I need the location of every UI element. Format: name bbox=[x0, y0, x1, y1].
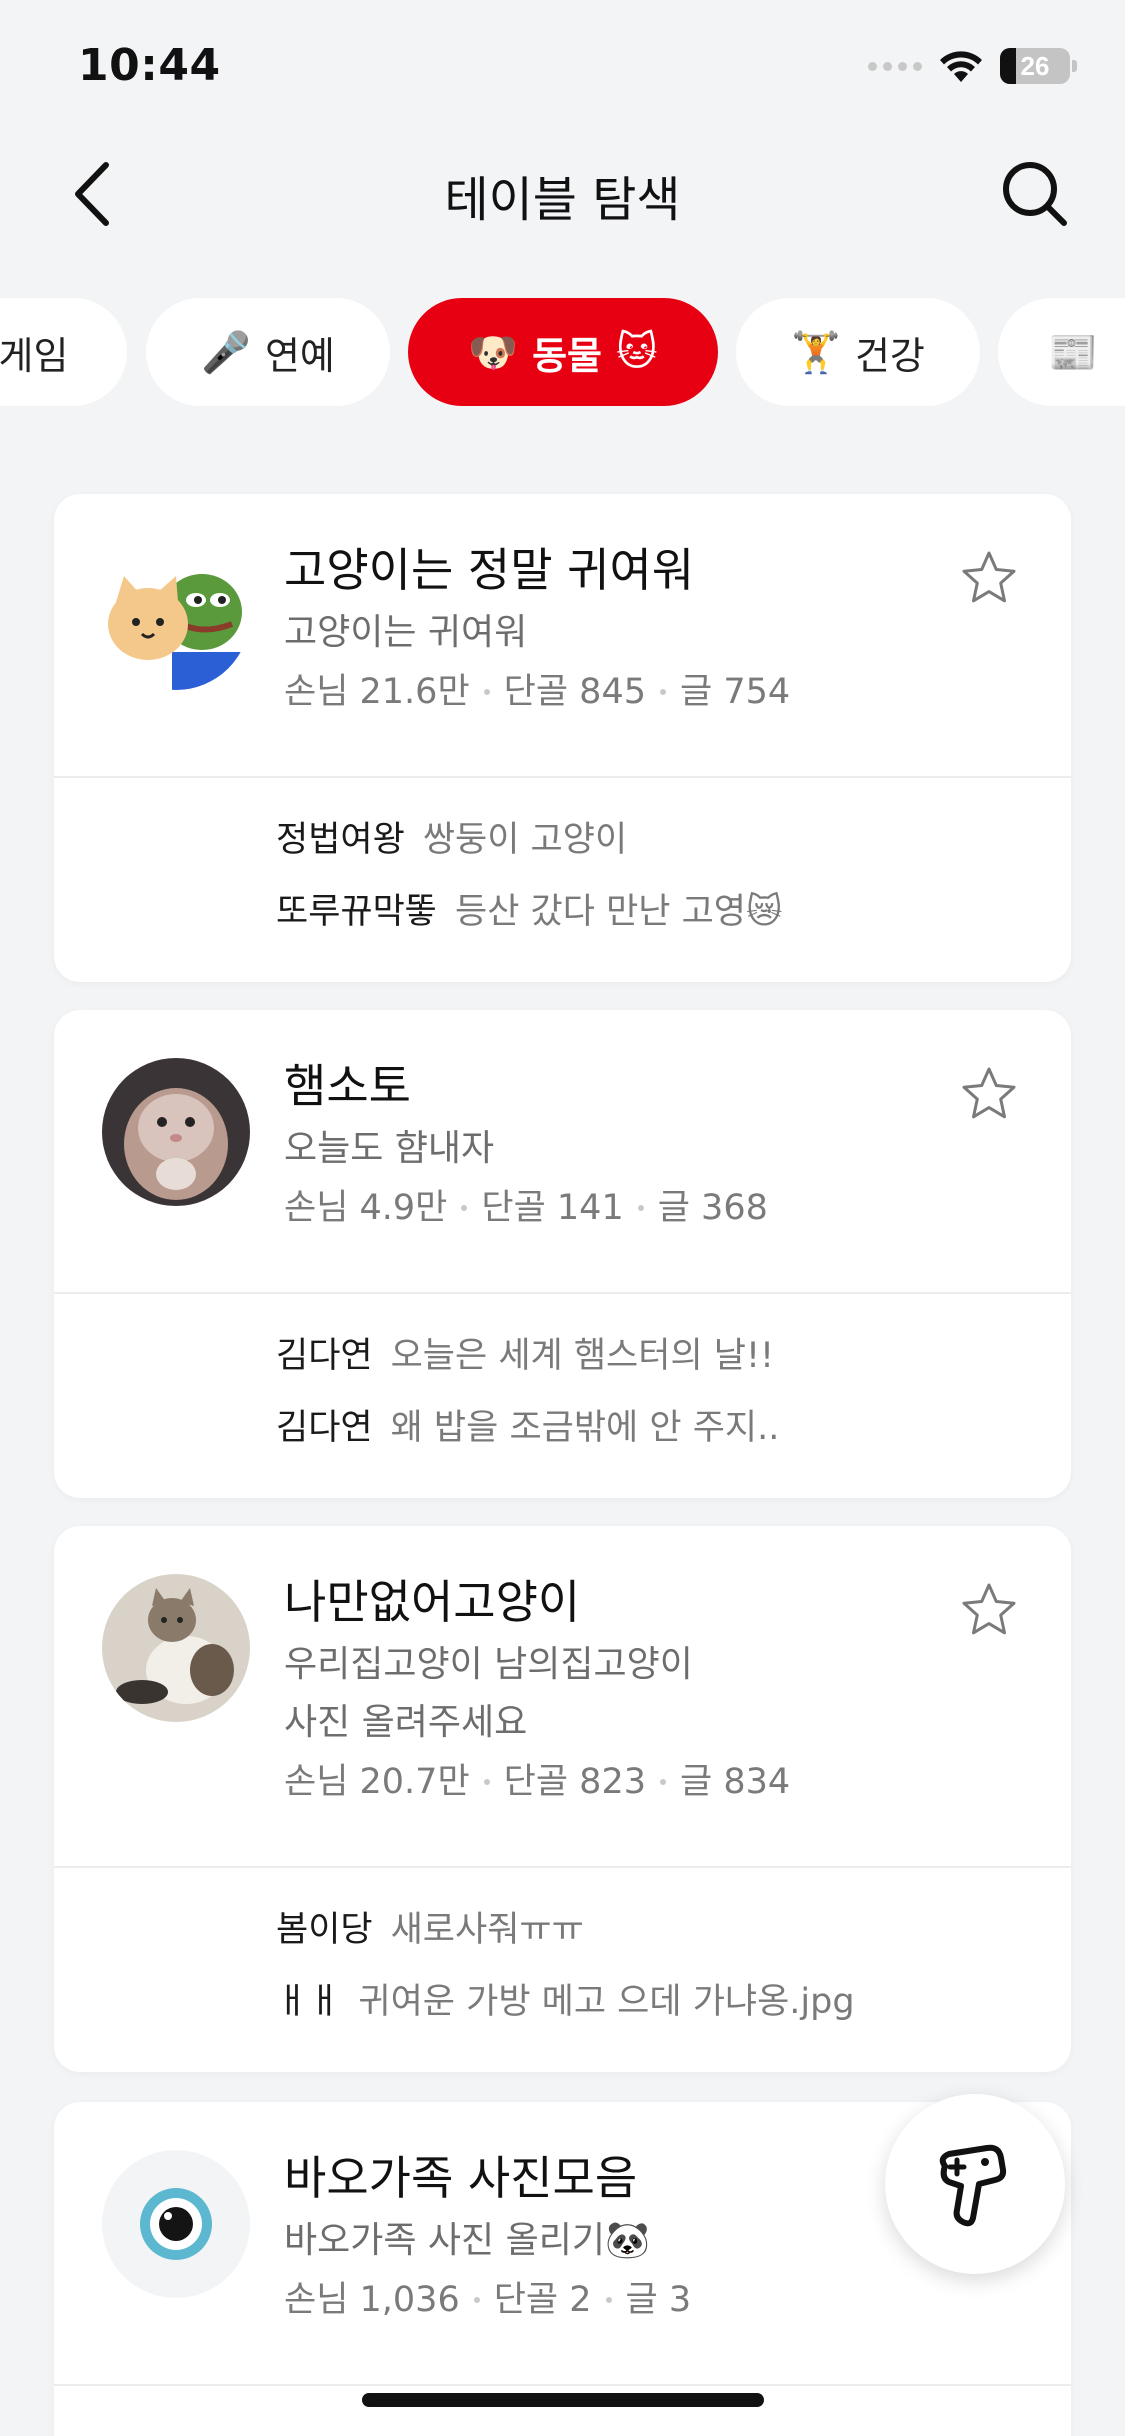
post-author: 김다연 bbox=[276, 1336, 373, 1376]
battery-level: 26 bbox=[1020, 50, 1050, 81]
regular-count: 단골 2 bbox=[493, 2280, 592, 2320]
status-time: 10:44 bbox=[78, 40, 221, 91]
post-item[interactable]: 또루뀨막똫 등산 갔다 만난 고영😿 bbox=[276, 876, 1071, 948]
guest-count: 손님 20.7만 bbox=[284, 1762, 470, 1802]
post-author: 김다연 bbox=[276, 1408, 373, 1448]
status-icons: 26 bbox=[868, 48, 1077, 84]
post-text: 귀여운 가방 메고 으데 가냐옹.jpg bbox=[358, 1982, 855, 2022]
post-author: 또루뀨막똫 bbox=[276, 892, 438, 932]
post-author: ㅐㅐ bbox=[276, 1982, 341, 2022]
chip-health[interactable]: 🏋️ 건강 bbox=[736, 298, 980, 406]
table-card[interactable]: 고양이는 정말 귀여워 고양이는 귀여워 손님 21.6만 단골 845 글 7… bbox=[54, 494, 1071, 982]
star-outline-icon[interactable] bbox=[959, 1064, 1019, 1124]
chevron-left-icon bbox=[75, 162, 109, 226]
page-title: 테이블 탐색 bbox=[444, 172, 681, 228]
star-outline-icon[interactable] bbox=[959, 1580, 1019, 1640]
battery-icon: 26 bbox=[1000, 48, 1077, 84]
category-chips: 게임 🎤 연예 🐶 동물 🐱 🏋️ 건강 📰 bbox=[0, 298, 1125, 408]
guest-count: 손님 1,036 bbox=[284, 2280, 460, 2320]
post-text: 왜 밥을 조금밖에 안 주지.. bbox=[390, 1408, 780, 1448]
weightlifter-icon: 🏋️ bbox=[791, 329, 841, 376]
recent-posts: 김다연 오늘은 세계 햄스터의 날!! 김다연 왜 밥을 조금밖에 안 주지.. bbox=[54, 1294, 1071, 1486]
nav-bar: 테이블 탐색 bbox=[0, 130, 1125, 260]
guest-count: 손님 4.9만 bbox=[284, 1188, 448, 1228]
table-info: 나만없어고양이 우리집고양이 남의집고양이 사진 올려주세요 손님 20.7만 … bbox=[284, 1572, 1071, 1810]
screen: 10:44 26 테이블 탐색 게임 🎤 연예 🐶 동물 🐱 🏋️ 건강 📰 고… bbox=[0, 0, 1125, 2436]
post-author: 정법여왕 bbox=[276, 820, 405, 860]
avatar bbox=[102, 1058, 250, 1206]
table-title: 햄소토 bbox=[284, 1059, 411, 1113]
avatar bbox=[102, 2150, 250, 2298]
home-indicator bbox=[362, 2393, 764, 2407]
post-count: 글 3 bbox=[625, 2280, 692, 2320]
table-stats: 손님 20.7만 단골 823 글 834 bbox=[284, 1754, 931, 1810]
avatar bbox=[102, 1574, 250, 1722]
recent-posts: 봄이당 새로사줘ㅠㅠ ㅐㅐ 귀여운 가방 메고 으데 가냐옹.jpg bbox=[54, 1868, 1071, 2060]
table-card[interactable]: 햄소토 오늘도 햠내자 손님 4.9만 단골 141 글 368 김다연 오늘은 … bbox=[54, 1010, 1071, 1498]
post-author: 봄이당 bbox=[276, 1910, 373, 1950]
post-item[interactable]: 김다연 오늘은 세계 햄스터의 날!! bbox=[276, 1320, 1071, 1392]
status-bar: 10:44 26 bbox=[0, 0, 1125, 130]
post-text: 오늘은 세계 햄스터의 날!! bbox=[390, 1336, 775, 1376]
avatar bbox=[102, 542, 250, 690]
table-title: 나만없어고양이 bbox=[284, 1575, 581, 1629]
guest-count: 손님 21.6만 bbox=[284, 672, 470, 712]
chip-entertainment[interactable]: 🎤 연예 bbox=[146, 298, 390, 406]
chip-label: 동물 bbox=[532, 333, 603, 378]
post-count: 글 368 bbox=[657, 1188, 768, 1228]
table-description: 우리집고양이 남의집고양이 사진 올려주세요 bbox=[284, 1636, 931, 1752]
table-stats: 손님 1,036 단골 2 글 3 bbox=[284, 2272, 931, 2328]
table-stats: 손님 21.6만 단골 845 글 754 bbox=[284, 664, 931, 720]
cellular-signal-icon bbox=[868, 61, 922, 71]
chip-label: 게임 bbox=[0, 333, 69, 378]
search-button[interactable] bbox=[997, 156, 1073, 232]
post-count: 글 834 bbox=[680, 1762, 791, 1802]
chip-label: 연예 bbox=[264, 333, 335, 378]
table-description: 오늘도 햠내자 bbox=[284, 1128, 495, 1169]
chip-news[interactable]: 📰 bbox=[998, 298, 1125, 406]
divider bbox=[54, 2384, 1071, 2386]
table-description-line: 우리집고양이 남의집고양이 bbox=[284, 1644, 693, 1685]
newspaper-icon: 📰 bbox=[1048, 329, 1098, 376]
post-item[interactable]: 정법여왕 쌍둥이 고양이 bbox=[276, 804, 1071, 876]
post-item[interactable]: 봄이당 새로사줘ㅠㅠ bbox=[276, 1894, 1071, 1966]
table-title: 바오가족 사진모음 bbox=[284, 2151, 638, 2205]
chip-label: 건강 bbox=[854, 333, 925, 378]
chip-game[interactable]: 게임 bbox=[0, 298, 127, 406]
table-card[interactable]: 나만없어고양이 우리집고양이 남의집고양이 사진 올려주세요 손님 20.7만 … bbox=[54, 1526, 1071, 2072]
table-description: 고양이는 귀여워 bbox=[284, 612, 528, 653]
chip-animal[interactable]: 🐶 동물 🐱 bbox=[408, 298, 718, 406]
search-icon bbox=[1003, 162, 1067, 226]
post-text: 쌍둥이 고양이 bbox=[422, 820, 628, 860]
regular-count: 단골 141 bbox=[481, 1188, 624, 1228]
table-stats: 손님 4.9만 단골 141 글 368 bbox=[284, 1180, 931, 1236]
cat-icon: 🐱 bbox=[616, 329, 658, 375]
table-info: 햄소토 오늘도 햠내자 손님 4.9만 단골 141 글 368 bbox=[284, 1056, 1071, 1236]
post-item[interactable]: 김다연 왜 밥을 조금밖에 안 주지.. bbox=[276, 1392, 1071, 1464]
regular-count: 단골 823 bbox=[503, 1762, 646, 1802]
post-count: 글 754 bbox=[680, 672, 791, 712]
wifi-icon bbox=[940, 51, 982, 82]
dog-icon: 🐶 bbox=[468, 329, 519, 376]
gamepad-plus-icon bbox=[939, 2144, 1007, 2227]
post-text: 등산 갔다 만난 고영😿 bbox=[455, 892, 783, 932]
table-title: 고양이는 정말 귀여워 bbox=[284, 543, 695, 597]
table-description-line: 사진 올려주세요 bbox=[284, 1702, 528, 1743]
regular-count: 단골 845 bbox=[503, 672, 646, 712]
table-description: 바오가족 사진 올리기🐼 bbox=[284, 2220, 650, 2261]
star-outline-icon[interactable] bbox=[959, 548, 1019, 608]
microphone-icon: 🎤 bbox=[201, 329, 251, 376]
back-button[interactable] bbox=[56, 158, 128, 230]
recent-posts: 정법여왕 쌍둥이 고양이 또루뀨막똫 등산 갔다 만난 고영😿 bbox=[54, 778, 1071, 970]
post-text: 새로사줘ㅠㅠ bbox=[390, 1910, 584, 1950]
post-item[interactable]: ㅐㅐ 귀여운 가방 메고 으데 가냐옹.jpg bbox=[276, 1966, 1071, 2038]
table-info: 고양이는 정말 귀여워 고양이는 귀여워 손님 21.6만 단골 845 글 7… bbox=[284, 540, 1071, 720]
create-table-button[interactable] bbox=[885, 2094, 1065, 2274]
